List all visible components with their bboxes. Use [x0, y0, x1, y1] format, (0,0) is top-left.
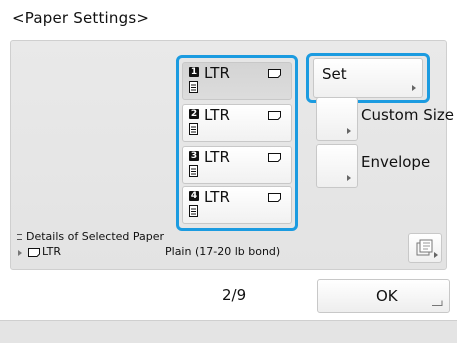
details-paper-type: Plain (17-20 lb bond)	[165, 245, 281, 258]
paper-landscape-icon	[28, 248, 40, 257]
drawer-1-size-label: LTR	[204, 64, 230, 82]
details-title: Details of Selected Paper	[26, 230, 165, 243]
drawer-number-icon: 1	[189, 67, 199, 77]
title-bar: <Paper Settings>	[0, 0, 457, 40]
paper-stack-icon	[189, 165, 198, 177]
drawer-2-size-label: LTR	[204, 106, 230, 124]
paper-stack-icon	[189, 81, 198, 93]
paper-settings-detail-button[interactable]	[408, 233, 442, 263]
set-label: Set	[322, 65, 347, 83]
drawer-3-size-label: LTR	[204, 148, 230, 166]
paper-landscape-icon	[268, 153, 281, 162]
set-button[interactable]: Set	[313, 58, 423, 98]
envelope-button[interactable]	[316, 144, 358, 188]
enter-corner-icon	[432, 300, 443, 306]
page-title: <Paper Settings>	[12, 9, 150, 27]
paper-stack-icon	[189, 123, 198, 135]
arrow-icon	[18, 250, 22, 256]
status-strip	[0, 320, 457, 343]
drawer-number-icon: 2	[189, 109, 199, 119]
arrow-icon	[434, 252, 438, 258]
arrow-icon	[347, 128, 351, 134]
custom-size-button[interactable]	[316, 97, 358, 141]
arrow-icon	[347, 175, 351, 181]
details-paper-size: LTR	[42, 245, 61, 258]
ok-label: OK	[376, 287, 398, 305]
drawer-2-button[interactable]: 2 LTR	[182, 104, 292, 142]
envelope-label: Envelope	[361, 153, 431, 171]
details-bullet-icon	[17, 234, 22, 240]
drawer-4-size-label: LTR	[204, 188, 230, 206]
ok-button[interactable]: OK	[317, 279, 450, 313]
drawer-3-button[interactable]: 3 LTR	[182, 146, 292, 184]
paper-landscape-icon	[268, 111, 281, 120]
settings-icon	[416, 239, 433, 256]
drawer-4-button[interactable]: 4 LTR	[182, 186, 292, 224]
page-indicator: 2/9	[222, 286, 247, 304]
paper-landscape-icon	[268, 193, 281, 202]
drawer-number-icon: 3	[189, 151, 199, 161]
custom-size-label: Custom Size	[361, 106, 455, 124]
paper-stack-icon	[189, 205, 198, 217]
drawer-1-button[interactable]: 1 LTR	[182, 62, 292, 100]
arrow-icon	[412, 85, 416, 91]
paper-landscape-icon	[268, 69, 281, 78]
drawer-number-icon: 4	[189, 191, 199, 201]
